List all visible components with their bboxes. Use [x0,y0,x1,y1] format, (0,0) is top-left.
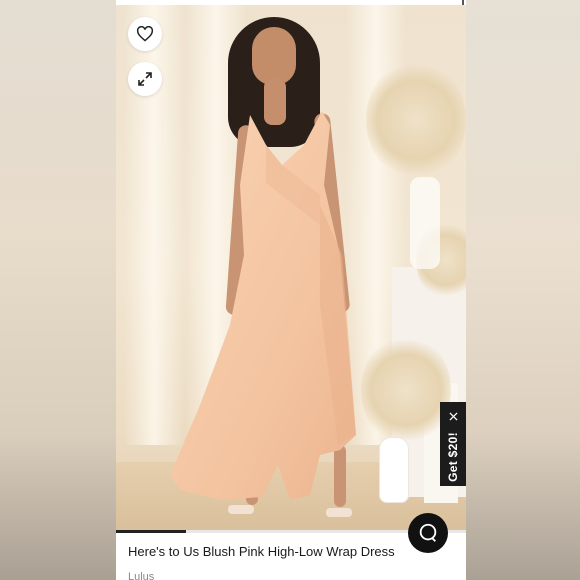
wrap-dress [170,111,356,500]
blurred-backdrop-right [464,0,580,580]
product-photo[interactable] [116,5,466,532]
product-title[interactable]: Here's to Us Blush Pink High-Low Wrap Dr… [128,544,395,559]
expand-button[interactable] [128,62,162,96]
blurred-backdrop-left [0,0,116,580]
expand-icon [138,72,152,86]
promo-tab[interactable]: Get $20! [440,402,466,486]
product-screen: Get $20! Here's to Us Blush Pink High-Lo… [116,0,466,580]
model-shoe [228,505,254,514]
pampas-grass [366,60,466,180]
gallery-progress-fill [116,530,186,533]
chat-icon [419,523,437,542]
favorite-button[interactable] [128,17,162,51]
chat-button[interactable] [408,513,448,553]
close-icon[interactable] [445,408,461,424]
model-face [252,27,296,85]
pampas-grass [361,335,451,445]
heart-icon [136,26,154,42]
product-brand[interactable]: Lulus [128,565,154,580]
promo-label: Get $20! [446,432,460,482]
model-shoe [326,508,352,517]
vase [379,437,409,503]
vase [410,177,440,269]
